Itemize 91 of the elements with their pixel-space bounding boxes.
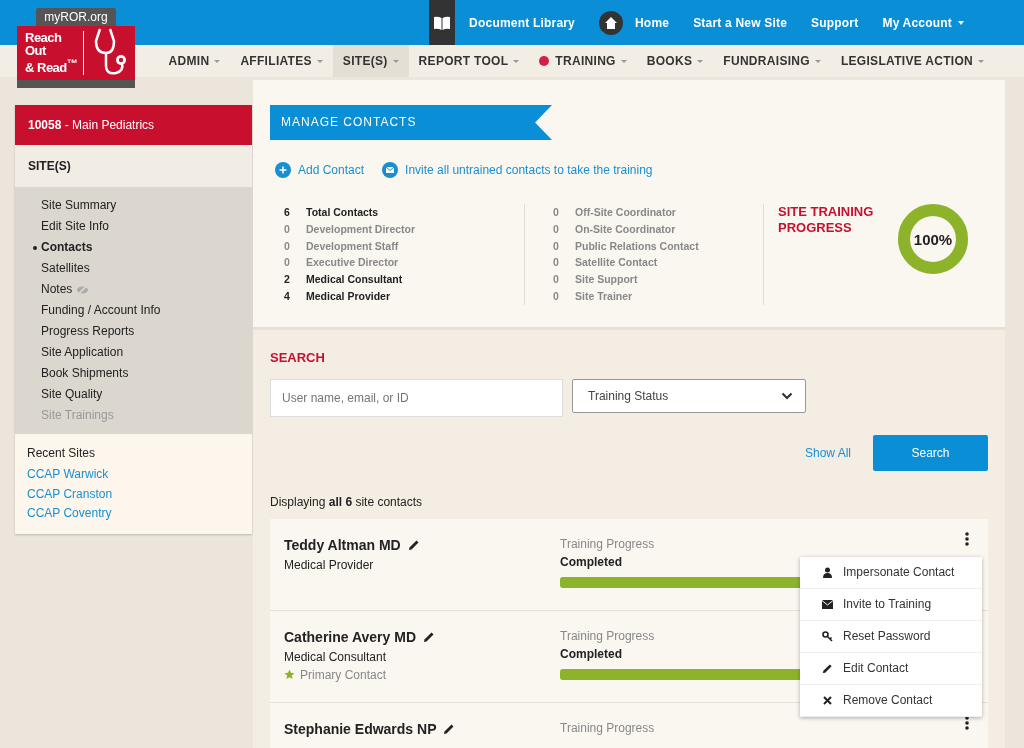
count: 0 <box>553 238 560 254</box>
nav-menu-item[interactable]: SITE(S) <box>332 45 409 77</box>
count: 0 <box>284 255 291 271</box>
stat-label: Site Support <box>575 272 638 288</box>
contact-name: Teddy Altman MD <box>284 536 401 553</box>
count: 0 <box>284 238 291 254</box>
nav-menu-item[interactable]: ADMIN <box>158 45 231 77</box>
nav-menu-item[interactable]: AFFILIATES <box>230 45 333 77</box>
training-status-dropdown[interactable]: Training Status <box>572 378 806 413</box>
site-header: 10058 - Main Pediatrics <box>15 105 252 145</box>
stat-label: Medical Consultant <box>306 272 403 288</box>
section-banner: MANAGE CONTACTS <box>270 105 552 140</box>
user-icon <box>822 566 833 578</box>
stat-label: Off-Site Coordinator <box>575 205 676 220</box>
logo-tag: myROR.org <box>36 8 116 26</box>
search-button[interactable]: Search <box>873 434 988 471</box>
menu-item[interactable]: Impersonate Contact <box>800 556 982 589</box>
eye-slash-icon <box>76 284 90 295</box>
nav-menu-item[interactable]: BOOKS <box>636 45 714 77</box>
contact-name: Catherine Avery MD <box>284 628 416 645</box>
stat-label: Development Staff <box>306 238 399 254</box>
stat-label: Total Contacts <box>306 205 379 220</box>
contact-role: Medical Consultant <box>284 649 387 664</box>
progress-value: 100% <box>912 229 954 250</box>
chevron-down-icon <box>781 391 793 400</box>
stat-label: Public Relations Contact <box>575 238 699 254</box>
top-nav-link[interactable]: Start a New Site <box>693 15 788 30</box>
top-nav-link[interactable]: My Account <box>882 15 964 30</box>
edit-pencil-icon[interactable] <box>423 630 435 643</box>
progress-label: Training Progress <box>560 720 655 735</box>
primary-contact-label: Primary Contact <box>300 667 387 682</box>
key-icon <box>822 630 833 642</box>
close-icon <box>822 695 833 705</box>
plus-circle-icon <box>275 162 291 178</box>
progress-title: SITE TRAINING PROGRESS <box>778 204 875 237</box>
sidebar-item[interactable]: Notes <box>31 279 90 300</box>
star-icon <box>284 669 295 681</box>
count: 0 <box>284 221 291 237</box>
count: 0 <box>553 289 560 304</box>
sidebar-item[interactable]: Edit Site Info <box>31 216 110 237</box>
nav-menu-item[interactable]: REPORT TOOL <box>408 45 530 77</box>
top-nav-link[interactable]: Document Library <box>469 15 575 30</box>
logo-text: Reach Out & Read$^{™}$ <box>25 31 85 75</box>
sidebar-item[interactable]: Satellites <box>31 258 90 279</box>
count: 6 <box>284 205 291 220</box>
envelope-icon <box>822 599 833 609</box>
pencil-icon <box>822 662 833 674</box>
results-summary: Displaying all 6 site contacts <box>270 494 424 509</box>
contact-name: Stephanie Edwards NP <box>284 720 437 737</box>
contact-role: Medical Provider <box>284 557 374 572</box>
count: 0 <box>553 221 560 237</box>
sidebar-item[interactable]: Site Quality <box>31 384 103 405</box>
progress-status: Completed <box>560 554 622 569</box>
stat-label: On-Site Coordinator <box>575 221 676 237</box>
sidebar-item[interactable]: Progress Reports <box>31 321 135 342</box>
search-field[interactable]: User name, email, or ID <box>270 378 563 417</box>
top-nav-link[interactable]: Home <box>635 15 670 30</box>
more-options-icon[interactable] <box>964 715 970 730</box>
menu-item[interactable]: Invite to Training <box>800 588 982 621</box>
progress-label: Training Progress <box>560 628 655 643</box>
nav-menu-item[interactable]: TRAINING <box>529 45 637 77</box>
edit-pencil-icon[interactable] <box>407 538 420 551</box>
nav-menu-item[interactable]: FUNDRAISING <box>713 45 831 77</box>
book-icon[interactable] <box>429 0 456 45</box>
edit-pencil-icon[interactable] <box>443 722 456 735</box>
count: 4 <box>284 289 291 304</box>
count: 2 <box>284 272 291 288</box>
count: 0 <box>553 272 560 288</box>
top-nav-link[interactable]: Support <box>811 15 859 30</box>
stat-label: Medical Provider <box>306 289 391 304</box>
count: 0 <box>553 205 560 220</box>
sidebar-item[interactable]: Site Summary <box>31 195 117 216</box>
section-heading: SEARCH <box>270 349 326 365</box>
progress-label: Training Progress <box>560 536 655 551</box>
section-heading: SITE(S) <box>15 145 252 187</box>
nav-menu-item[interactable]: LEGISLATIVE ACTION <box>830 45 994 77</box>
more-options-icon[interactable] <box>964 531 970 546</box>
mail-circle-icon <box>382 162 399 178</box>
stat-label: Executive Director <box>306 255 399 271</box>
stat-label: Satellite Contact <box>575 255 658 271</box>
stat-label: Development Director <box>306 221 416 237</box>
count: 0 <box>553 255 560 271</box>
progress-status: Completed <box>560 646 622 661</box>
stat-label: Site Trainer <box>575 289 633 304</box>
home-icon[interactable] <box>599 10 623 35</box>
sidebar-item[interactable]: Funding / Account Info <box>31 300 161 321</box>
recent-sites-heading: Recent Sites <box>27 446 97 460</box>
action-link[interactable]: Add Contact <box>275 162 365 178</box>
sidebar-item[interactable]: Book Shipments <box>31 363 129 384</box>
sidebar-item[interactable]: Contacts <box>31 237 93 258</box>
sidebar-item[interactable]: Site Application <box>31 342 124 363</box>
